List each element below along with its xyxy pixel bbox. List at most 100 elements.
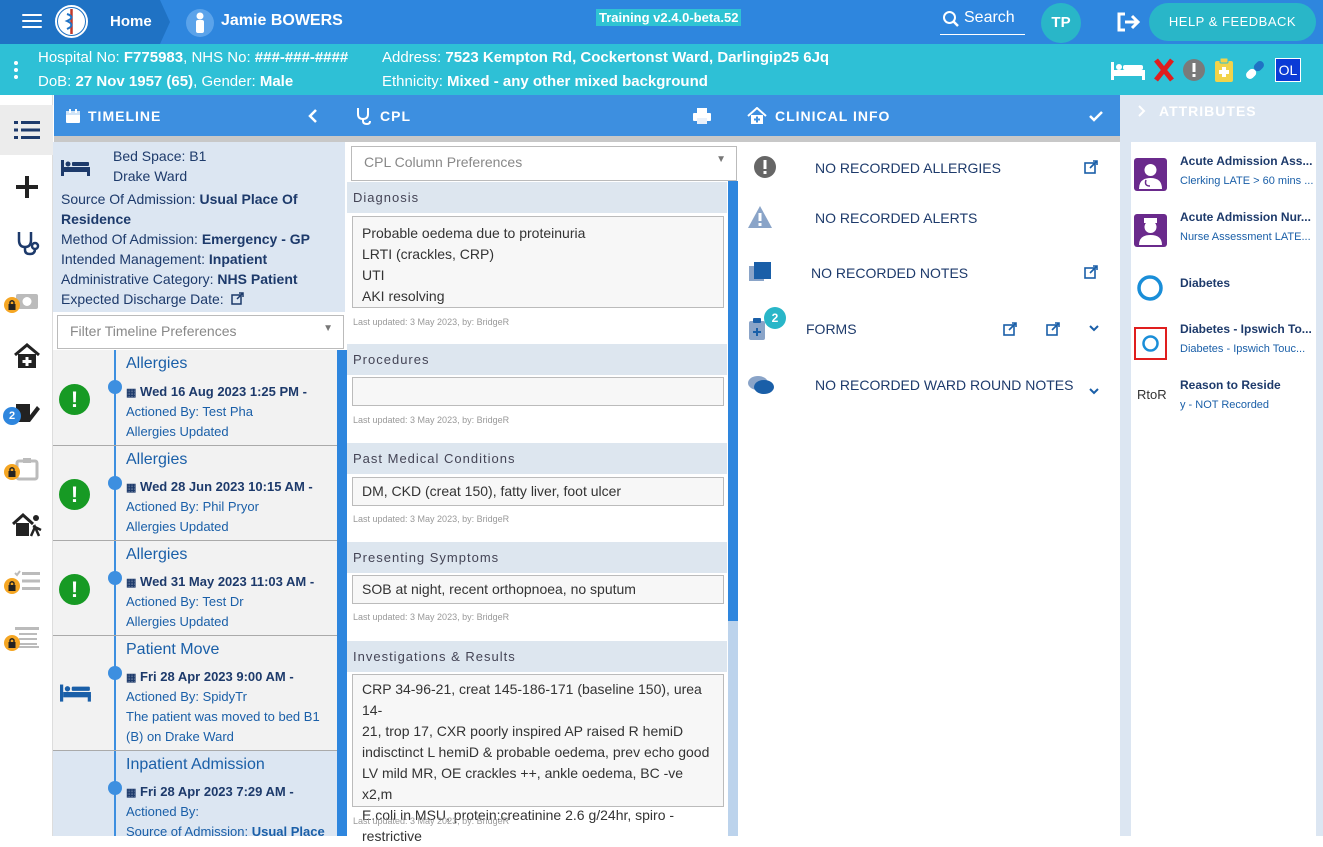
calendar-icon: ▦ [126, 482, 137, 494]
timeline-entry-actioned: Actioned By: Test Dr [126, 594, 244, 609]
timeline-line [114, 636, 116, 750]
timeline-entry-title: Allergies [126, 546, 188, 563]
lock-icon [4, 297, 20, 313]
diagnosis-line: AKI resolving [362, 288, 445, 304]
investigations-textarea[interactable]: CRP 34-96-21, creat 145-186-171 (baselin… [352, 674, 724, 844]
timeline-entry[interactable]: Patient Move ▦ Fri 28 Apr 2023 9:00 AM -… [53, 636, 337, 751]
attribute-title[interactable]: Acute Admission Ass... [1180, 154, 1315, 168]
rail-tasks-locked[interactable] [0, 556, 53, 606]
timeline-scrollbar[interactable] [337, 350, 347, 836]
notes-status: NO RECORDED NOTES [811, 265, 969, 281]
clinical-notes-row[interactable]: NO RECORDED NOTES [738, 245, 1120, 295]
attribute-title[interactable]: Diabetes [1180, 276, 1315, 290]
rail-discharge[interactable] [0, 500, 53, 550]
rail-timeline[interactable] [0, 105, 53, 155]
source-value-2: Residence [61, 211, 132, 227]
chevron-right-icon[interactable] [1136, 104, 1146, 118]
presenting-textarea[interactable]: SOB at night, recent orthopnoea, no sput… [352, 575, 724, 604]
clinical-ward-round-row[interactable]: NO RECORDED WARD ROUND NOTES [738, 360, 1120, 410]
rail-stethoscope[interactable] [0, 218, 53, 268]
bed-icon[interactable] [1110, 59, 1146, 81]
timeline-entry[interactable]: ! Allergies ▦ Wed 16 Aug 2023 1:25 PM - … [53, 350, 337, 446]
allergies-status: NO RECORDED ALLERGIES [815, 160, 1001, 176]
external-link-icon[interactable] [1003, 322, 1017, 336]
external-link-icon[interactable] [1046, 322, 1060, 336]
rail-hospital[interactable] [0, 331, 53, 381]
hospital-no-label: Hospital No: [38, 49, 120, 66]
discharge-label: Expected Discharge Date: [61, 291, 224, 307]
external-link-icon[interactable] [1084, 265, 1098, 279]
attribute-title[interactable]: Acute Admission Nur... [1180, 210, 1315, 224]
cpl-column-preferences-select[interactable]: CPL Column Preferences ▼ [351, 146, 737, 181]
clipboard-icon[interactable] [1213, 57, 1235, 83]
clinical-alerts-row[interactable]: NO RECORDED ALERTS [738, 192, 1120, 242]
timeline-line [114, 541, 116, 635]
lock-icon [4, 635, 20, 651]
procedures-textarea[interactable] [352, 377, 724, 406]
bed-icon [61, 160, 90, 176]
timeline-entry-date: ▦ Wed 28 Jun 2023 10:15 AM - [126, 479, 313, 494]
alert-icon[interactable] [1182, 58, 1206, 82]
search-button[interactable]: Search [940, 8, 1025, 35]
ethnicity: Mixed - any other mixed background [447, 73, 708, 90]
chevron-down-icon[interactable] [1088, 323, 1100, 333]
diagnosis-updated: Last updated: 3 May 2023, by: BridgeR [353, 317, 510, 327]
lock-icon [4, 464, 20, 480]
timeline-entry-detail-2: (B) on Drake Ward [126, 729, 234, 744]
timeline-entry[interactable]: ! Allergies ▦ Wed 28 Jun 2023 10:15 AM -… [53, 446, 337, 541]
ward-name: Drake Ward [113, 168, 188, 184]
cpl-section-investigations: Investigations & Results [347, 641, 727, 672]
diagnosis-line: LRTI (crackles, CRP) [362, 246, 494, 262]
timeline-dot [108, 666, 122, 680]
nhs-no: ###-###-#### [254, 49, 349, 66]
past-medical-textarea[interactable]: DM, CKD (creat 150), fatty liver, foot u… [352, 477, 724, 506]
timeline-entry[interactable]: ! Allergies ▦ Wed 31 May 2023 11:03 AM -… [53, 541, 337, 636]
print-icon[interactable] [692, 107, 712, 125]
attribute-title[interactable]: Reason to Reside [1180, 378, 1315, 392]
no-resus-icon[interactable] [1153, 58, 1175, 82]
investigations-line: LV mild MR, OE crackles ++, ankle oedema… [362, 765, 684, 802]
rail-add[interactable] [0, 162, 53, 212]
diagnosis-line: Probable oedema due to proteinuria [362, 225, 586, 241]
comments-icon [748, 376, 774, 394]
method-label: Method Of Admission: [61, 231, 198, 247]
attribute-title[interactable]: Diabetes - Ipswich To... [1180, 322, 1315, 336]
rail-report-locked[interactable] [0, 612, 53, 662]
check-icon[interactable] [1088, 109, 1104, 123]
notes-icon [749, 262, 771, 281]
collapse-left-icon[interactable] [307, 108, 319, 124]
forms-label: FORMS [806, 321, 857, 337]
rail-notes[interactable]: 2 [0, 388, 53, 438]
home-link[interactable]: Home [110, 13, 152, 30]
address: 7523 Kempton Rd, Cockertonst Ward, Darli… [445, 49, 830, 66]
timeline-entry[interactable]: Inpatient Admission ▦ Fri 28 Apr 2023 7:… [53, 751, 337, 839]
menu-icon[interactable] [22, 14, 42, 29]
external-link-icon[interactable] [230, 292, 244, 305]
clinical-info-title: CLINICAL INFO [775, 107, 891, 124]
rail-clipboard-locked[interactable] [0, 444, 53, 494]
ol-badge[interactable]: OL [1275, 58, 1301, 82]
patient-name[interactable]: Jamie BOWERS [221, 12, 343, 30]
attribute-subtitle: Nurse Assessment LATE... [1180, 231, 1311, 243]
dob-label: DoB: [38, 73, 72, 90]
timeline-filter-select[interactable]: Filter Timeline Preferences ▼ [57, 315, 344, 349]
chevron-down-icon[interactable] [1088, 386, 1100, 396]
bed-icon [60, 684, 91, 702]
source-of-admission: Source Of Admission: Usual Place Of [61, 191, 298, 207]
cpl-scrollbar-thumb[interactable] [728, 181, 738, 621]
user-avatar[interactable]: TP [1041, 3, 1081, 43]
more-options-icon[interactable] [14, 61, 18, 79]
clinical-forms-row[interactable]: 2 FORMS [738, 302, 1120, 352]
timeline-title: TIMELINE [88, 107, 162, 124]
cpl-header: CPL [346, 95, 738, 136]
clinical-allergies-row[interactable]: NO RECORDED ALLERGIES [738, 142, 1120, 192]
help-feedback-button[interactable]: HELP & FEEDBACK [1149, 3, 1316, 41]
diabetes-circle-icon [1134, 271, 1167, 304]
timeline-entry-title: Patient Move [126, 641, 220, 658]
rail-camera-locked[interactable] [0, 275, 53, 325]
external-link-icon[interactable] [1084, 160, 1098, 174]
medication-icon[interactable] [1242, 58, 1268, 82]
presenting-line: SOB at night, recent orthopnoea, no sput… [362, 581, 636, 597]
diagnosis-textarea[interactable]: Probable oedema due to proteinuria LRTI … [352, 216, 724, 308]
logout-icon[interactable] [1116, 11, 1142, 33]
